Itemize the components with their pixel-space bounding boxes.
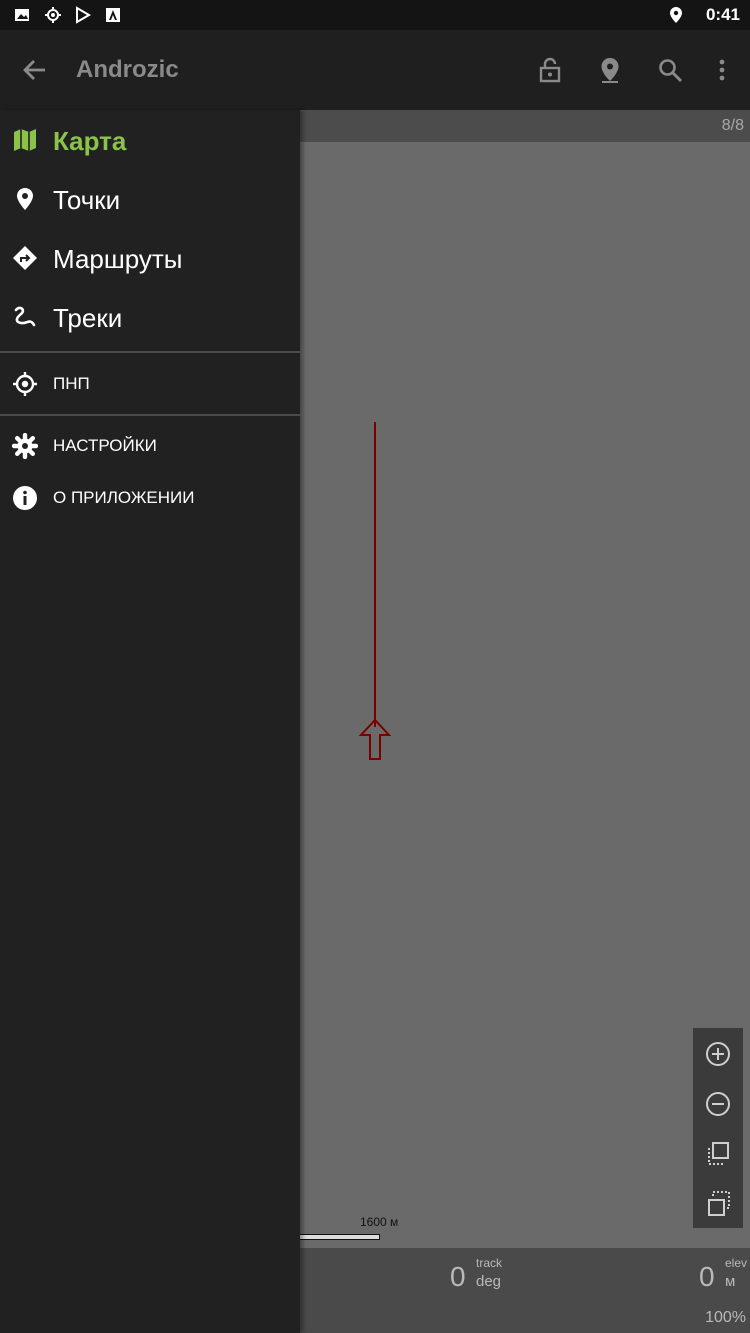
track-overlay: [358, 422, 392, 760]
font-a-icon: [106, 8, 120, 22]
drawer-item-settings[interactable]: НАСТРОЙКИ: [0, 421, 300, 471]
waypoint-icon: [17, 188, 33, 210]
crosshair-icon: [13, 372, 37, 396]
drawer-item-routes[interactable]: Маршруты: [0, 230, 300, 288]
scale-label: 1600 м: [360, 1215, 399, 1229]
zoom-in-icon[interactable]: [703, 1039, 733, 1069]
clock: 0:41: [705, 5, 740, 24]
image-icon: [15, 9, 29, 21]
zoom-percent: 100%: [705, 1309, 746, 1326]
app-bar: Androzic: [0, 30, 750, 110]
location-icon[interactable]: [596, 56, 624, 84]
drawer-item-waypoints[interactable]: Точки: [0, 171, 300, 229]
elev-value: 0: [699, 1261, 715, 1292]
map-canvas[interactable]: [300, 142, 750, 1248]
page-counter: 8/8: [721, 117, 744, 134]
map-control-panel: [693, 1028, 743, 1228]
drawer-item-label: Карта: [53, 126, 127, 156]
drawer-item-label: ПНП: [53, 374, 90, 393]
navigation-drawer: Карта Точки Маршруты Треки ПНП НАСТРОЙКИ…: [0, 110, 300, 1333]
back-arrow-icon[interactable]: [20, 56, 48, 84]
scale-bar: [300, 1234, 380, 1240]
lock-icon[interactable]: [536, 56, 564, 84]
map-header-strip: 8/8: [300, 110, 750, 142]
drawer-item-label: Маршруты: [53, 244, 183, 274]
drawer-item-about[interactable]: О ПРИЛОЖЕНИИ: [0, 473, 300, 523]
status-bar: 0:41: [0, 0, 750, 30]
search-icon[interactable]: [656, 56, 684, 84]
zoom-out-icon[interactable]: [703, 1089, 733, 1119]
map-icon: [14, 129, 36, 151]
divider: [0, 414, 300, 416]
drawer-item-label: НАСТРОЙКИ: [53, 436, 157, 455]
track-label: track: [476, 1256, 503, 1270]
drawer-item-map[interactable]: Карта: [0, 112, 300, 170]
settings-icon: [12, 433, 38, 459]
info-bar: 0 track deg 0 elev м 100%: [300, 1248, 750, 1333]
track-value: 0: [450, 1261, 466, 1292]
prev-map-icon[interactable]: [703, 1189, 733, 1219]
elev-unit: м: [725, 1273, 736, 1290]
drawer-item-label: Точки: [53, 185, 121, 215]
drawer-item-label: Треки: [53, 303, 123, 333]
gps-icon: [45, 7, 61, 23]
info-icon: [13, 486, 37, 510]
drawer-item-label: О ПРИЛОЖЕНИИ: [53, 488, 195, 507]
play-store-icon: [76, 6, 91, 24]
track-icon: [14, 306, 36, 327]
divider: [0, 351, 300, 353]
drawer-item-pnp[interactable]: ПНП: [0, 359, 300, 409]
route-icon: [13, 246, 37, 270]
overflow-menu-icon[interactable]: [708, 56, 736, 84]
next-map-icon[interactable]: [703, 1139, 733, 1169]
app-title: Androzic: [76, 56, 179, 83]
drawer-item-tracks[interactable]: Треки: [0, 289, 300, 347]
location-pin-icon: [670, 7, 682, 23]
track-unit: deg: [476, 1273, 502, 1290]
elev-label: elev: [725, 1256, 748, 1270]
